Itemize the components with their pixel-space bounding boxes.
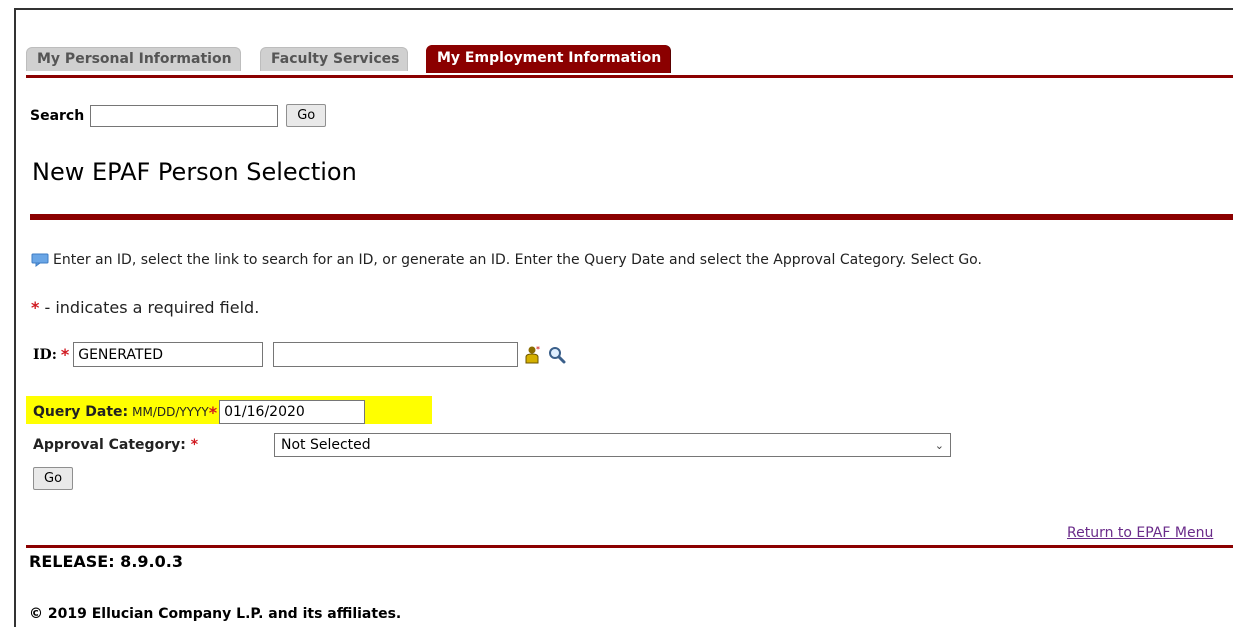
info-icon: [31, 253, 49, 267]
search-label: Search: [30, 107, 85, 124]
footer-divider: [26, 545, 1233, 548]
svg-text:*: *: [536, 345, 540, 354]
id-label: ID:: [33, 346, 57, 363]
search-go-button[interactable]: Go: [286, 104, 327, 127]
approval-category-label-text: Approval Category:: [33, 437, 186, 453]
id-name-input[interactable]: [273, 342, 519, 367]
required-note-text: - indicates a required field.: [39, 298, 260, 317]
title-divider: [30, 214, 1233, 220]
id-required-star: *: [60, 345, 70, 364]
tab-personal-information[interactable]: My Personal Information: [26, 47, 241, 71]
approval-category-select[interactable]: Not Selected ⌄: [274, 433, 951, 457]
tab-faculty-services[interactable]: Faculty Services: [260, 47, 409, 71]
id-row: ID: * *: [33, 342, 566, 367]
tab-divider: [26, 75, 1233, 78]
tab-employment-information[interactable]: My Employment Information: [426, 45, 671, 73]
approval-category-row: Approval Category: * Not Selected ⌄: [33, 433, 951, 457]
chevron-down-icon: ⌄: [934, 438, 944, 452]
info-text: Enter an ID, select the link to search f…: [53, 252, 982, 268]
generate-id-icon[interactable]: *: [524, 345, 542, 365]
search-icon[interactable]: [548, 346, 566, 364]
approval-category-required-star: *: [190, 437, 199, 453]
id-input[interactable]: [73, 342, 264, 367]
search-bar: Search Go: [30, 104, 327, 127]
query-date-label: Query Date:: [33, 404, 129, 420]
approval-category-label: Approval Category: *: [33, 437, 274, 453]
release-version: RELEASE: 8.9.0.3: [29, 552, 183, 571]
info-message: Enter an ID, select the link to search f…: [31, 252, 982, 268]
page-frame: [14, 8, 1233, 627]
return-to-epaf-menu-link[interactable]: Return to EPAF Menu: [1067, 525, 1213, 541]
required-note: * - indicates a required field.: [31, 298, 259, 317]
page-title: New EPAF Person Selection: [32, 158, 357, 186]
query-date-format: MM/DD/YYYY: [132, 405, 209, 419]
search-input[interactable]: [90, 104, 279, 127]
query-date-row: Query Date: MM/DD/YYYY *: [33, 400, 366, 424]
query-date-input[interactable]: [219, 400, 366, 424]
approval-category-selected: Not Selected: [281, 437, 371, 453]
go-button[interactable]: Go: [33, 467, 74, 490]
query-date-required-star: *: [208, 402, 218, 422]
copyright: © 2019 Ellucian Company L.P. and its aff…: [29, 606, 402, 622]
